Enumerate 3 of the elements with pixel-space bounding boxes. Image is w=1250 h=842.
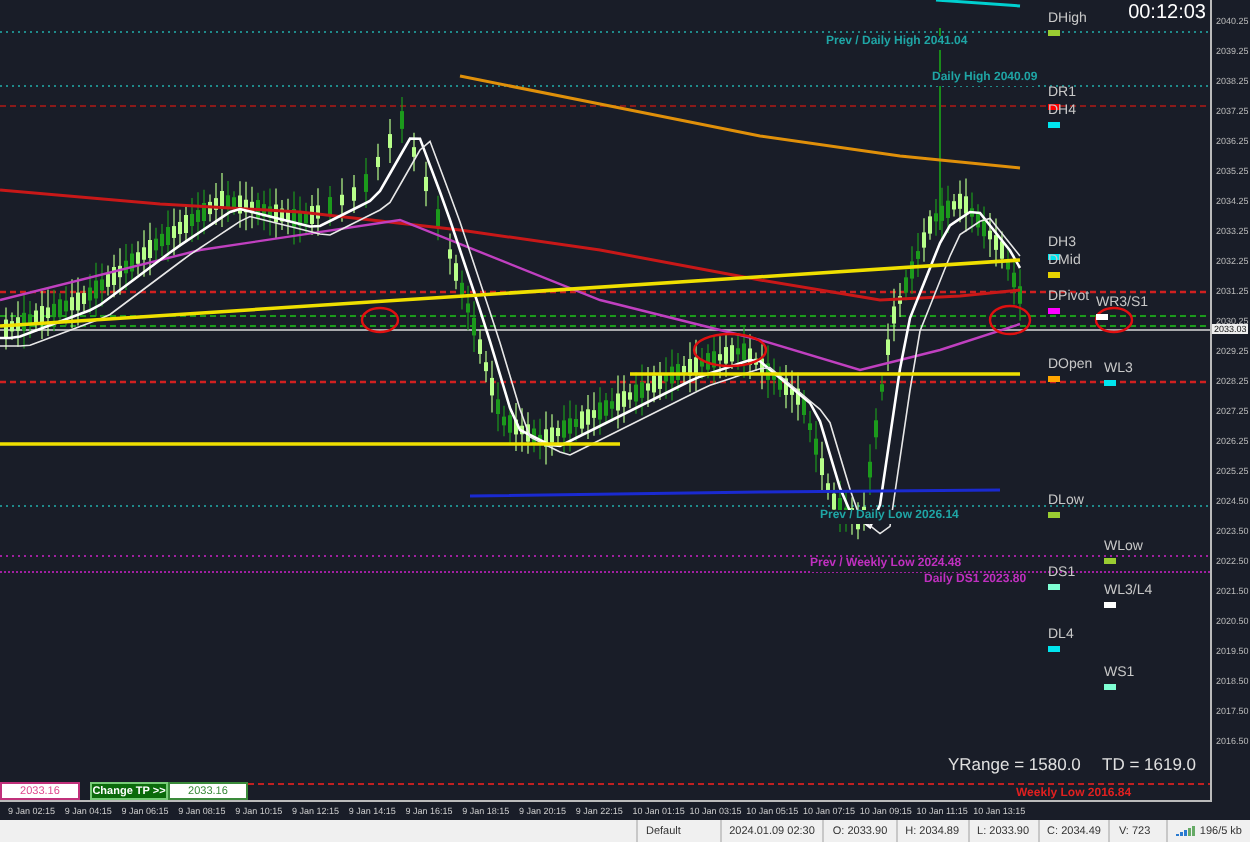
stat-text: YRange = 1580.0 [948,754,1081,774]
clock-text: 00:12:03 [1128,2,1206,24]
stat-text: TD = 1619.0 [1102,754,1197,774]
